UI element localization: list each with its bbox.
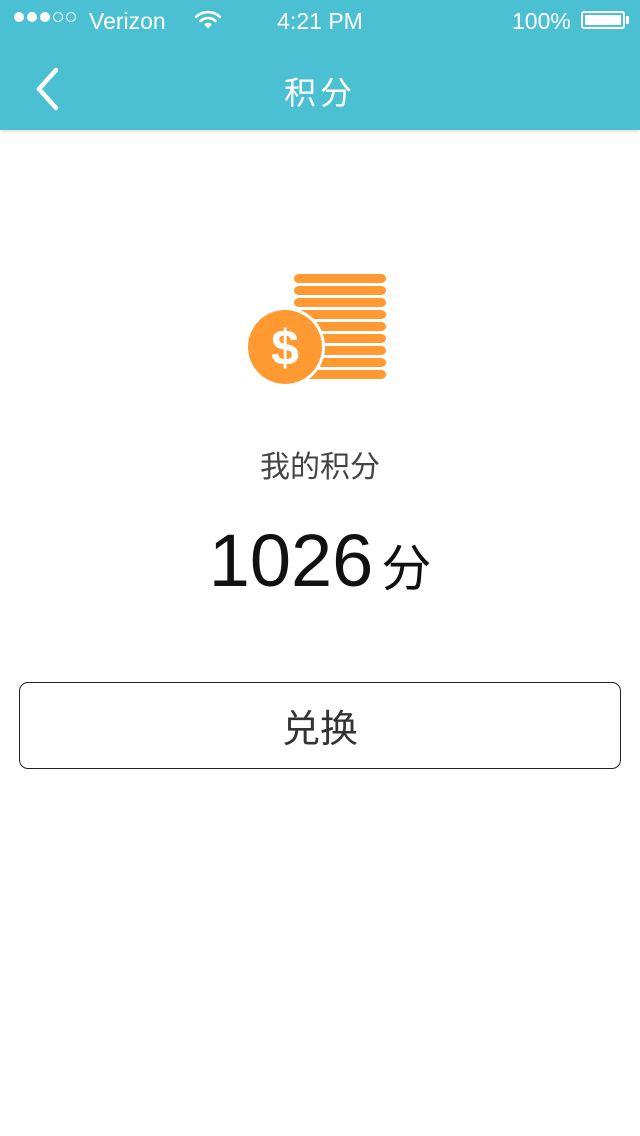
coin-stack-dollar-icon: $ bbox=[245, 270, 390, 392]
svg-text:$: $ bbox=[271, 320, 299, 376]
points-display: 1026 分 bbox=[0, 518, 640, 603]
nav-header: Verizon 4:21 PM 100% 积分 bbox=[0, 0, 640, 130]
battery-icon bbox=[581, 11, 625, 29]
status-bar: Verizon 4:21 PM 100% bbox=[0, 0, 640, 40]
page-title: 积分 bbox=[283, 74, 356, 112]
redeem-button-label: 兑换 bbox=[281, 707, 358, 751]
battery-tip bbox=[626, 16, 629, 24]
redeem-button[interactable]: 兑换 bbox=[19, 682, 621, 769]
points-value: 1026 bbox=[208, 519, 374, 602]
battery-percent: 100% bbox=[512, 8, 571, 34]
points-unit: 分 bbox=[381, 540, 432, 598]
points-label: 我的积分 bbox=[260, 450, 380, 485]
